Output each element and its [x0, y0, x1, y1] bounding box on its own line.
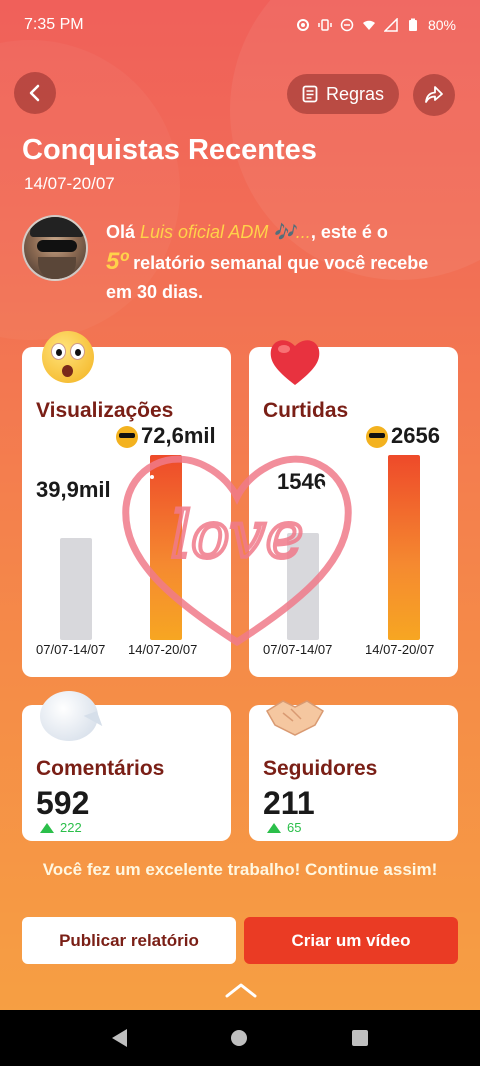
views-current-value: 72,6mil — [116, 423, 216, 449]
status-bar: 7:35 PM 80% — [0, 0, 480, 50]
rules-button[interactable]: Regras — [287, 74, 399, 114]
date-range: 14/07-20/07 — [24, 174, 115, 193]
nav-home-icon[interactable] — [231, 1030, 248, 1046]
comments-delta-value: 222 — [60, 820, 82, 835]
status-icons: 80% — [296, 17, 456, 33]
avatar — [22, 215, 88, 281]
document-icon — [302, 85, 318, 103]
likes-current-bar — [388, 455, 420, 640]
followers-title: Seguidores — [263, 757, 378, 780]
sunglasses-face-icon — [116, 426, 138, 449]
comments-title: Comentários — [36, 757, 165, 780]
vibrate-icon — [318, 19, 332, 31]
likes-card[interactable]: Curtidas 2656 1546 07/07-14/07 14/07-20/… — [249, 340, 458, 677]
likes-previous-label: 07/07-14/07 — [263, 642, 333, 657]
followers-value: 211 — [263, 785, 315, 821]
views-card[interactable]: Visualizações 72,6mil 39,9mil 07/07-14/0… — [22, 331, 231, 677]
do-not-disturb-icon — [340, 18, 354, 32]
views-current-label: 14/07-20/07 — [128, 642, 198, 657]
create-video-button[interactable]: Criar um vídeo — [244, 917, 458, 964]
sunglasses-face-icon — [366, 426, 388, 449]
comments-card[interactable]: Comentários 592 222 — [22, 691, 231, 841]
likes-previous-value: 1546 — [277, 469, 326, 494]
intro-prefix: Olá — [106, 222, 141, 242]
arrow-up-icon — [267, 822, 281, 833]
followers-card[interactable]: Seguidores 211 65 — [249, 700, 458, 841]
chevron-up-icon[interactable] — [224, 980, 258, 1000]
congrats-message: Você fez um excelente trabalho! Continue… — [42, 860, 438, 879]
heart-icon — [270, 340, 320, 385]
wifi-icon — [362, 20, 375, 30]
likes-current-label: 14/07-20/07 — [365, 642, 435, 657]
publish-report-button[interactable]: Publicar relatório — [22, 917, 236, 964]
shocked-face-icon — [42, 331, 94, 383]
likes-previous-bar — [287, 533, 319, 640]
likes-title: Curtidas — [263, 399, 349, 422]
speech-bubble-icon — [40, 691, 103, 741]
system-nav-bar — [0, 1010, 480, 1066]
likes-current-value: 2656 — [366, 423, 440, 449]
intro-username: Luis oficial ADM 🎶... — [140, 222, 311, 242]
share-icon — [425, 86, 443, 103]
status-time: 7:35 PM — [24, 16, 84, 33]
arrow-up-icon — [40, 822, 54, 833]
location-icon — [296, 19, 309, 31]
handshake-icon — [265, 700, 325, 736]
nav-back-icon[interactable] — [112, 1029, 128, 1047]
views-current-bar — [150, 455, 182, 640]
share-button[interactable] — [413, 74, 455, 116]
views-previous-bar — [60, 538, 92, 640]
rules-label: Regras — [325, 83, 385, 104]
followers-delta: 65 — [267, 820, 301, 835]
views-previous-label: 07/07-14/07 — [36, 642, 106, 657]
intro-text: Olá Luis oficial ADM 🎶..., este é o 5º r… — [106, 218, 456, 307]
comments-delta: 222 — [40, 820, 82, 835]
intro-number: 5º — [106, 248, 129, 275]
page-title: Conquistas Recentes — [22, 134, 317, 166]
intro-mid: , este é o — [310, 222, 388, 242]
likes-current-text: 2656 — [391, 423, 440, 448]
comments-value: 592 — [36, 785, 90, 821]
signal-icon — [383, 18, 398, 32]
nav-recents-icon[interactable] — [351, 1030, 368, 1046]
intro-suffix: relatório semanal que você recebe em 30 … — [106, 253, 429, 302]
chevron-left-icon — [29, 84, 40, 102]
battery-level: 80% — [427, 17, 456, 33]
battery-icon — [408, 18, 417, 31]
views-previous-value: 39,9mil — [36, 477, 111, 502]
views-current-text: 72,6mil — [141, 423, 216, 448]
views-title: Visualizações — [36, 399, 174, 422]
back-button[interactable] — [14, 72, 56, 114]
followers-delta-value: 65 — [287, 820, 302, 835]
